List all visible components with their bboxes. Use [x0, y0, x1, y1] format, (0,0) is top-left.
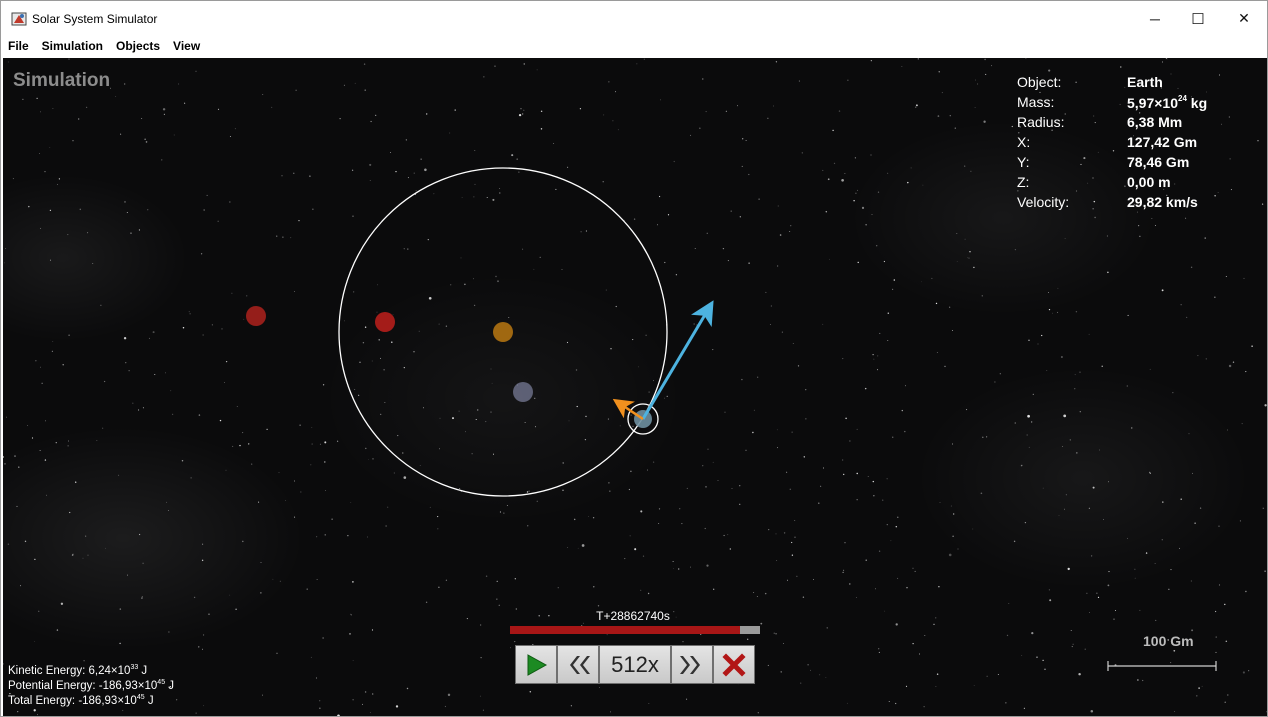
speed-label: 512x	[611, 651, 659, 677]
info-row-object: Object: Earth	[1017, 74, 1257, 94]
potential-energy-exponent: 45	[157, 679, 166, 686]
play-button[interactable]	[515, 645, 557, 684]
info-row-radius: Radius: 6,38 Mm	[1017, 114, 1257, 134]
simulation-time: T+28862740s	[596, 609, 670, 623]
maximize-icon: ☐	[1191, 10, 1205, 28]
fast-forward-button[interactable]	[671, 645, 713, 684]
potential-energy-unit: J	[165, 680, 175, 692]
object-name: Earth	[1127, 74, 1163, 90]
window-title: Solar System Simulator	[32, 12, 158, 26]
potential-energy-label: Potential Energy: -186,93×10	[8, 680, 158, 692]
time-progress-fill	[510, 626, 740, 634]
velocity-vector	[641, 300, 714, 420]
info-row-x: X: 127,42 Gm	[1017, 134, 1257, 154]
red-planet-left[interactable]	[246, 306, 266, 326]
menu-file[interactable]: File	[1, 36, 35, 57]
scale-label: 100 Gm	[1143, 633, 1194, 649]
info-row-velocity: Velocity: 29,82 km/s	[1017, 194, 1257, 214]
mass-exponent: 24	[1178, 94, 1187, 103]
playback-controls: 512x	[515, 645, 755, 686]
object-y: 78,46 Gm	[1127, 154, 1190, 170]
info-key: Radius:	[1017, 114, 1065, 130]
red-planet[interactable]	[375, 312, 395, 332]
minimize-button[interactable]: ─	[1132, 1, 1178, 36]
object-z: 0,00 m	[1127, 174, 1171, 190]
rewind-icon	[570, 655, 590, 674]
minimize-icon: ─	[1150, 10, 1160, 27]
rewind-button[interactable]	[557, 645, 599, 684]
close-icon: ✕	[1238, 10, 1250, 26]
info-key: Mass:	[1017, 94, 1055, 110]
object-radius: 6,38 Mm	[1127, 114, 1183, 130]
grey-planet[interactable]	[513, 382, 533, 402]
object-info-panel: Object: Earth Mass: 5,97×1024 kg Radius:…	[1017, 74, 1257, 214]
speed-button[interactable]: 512x	[599, 645, 671, 684]
info-key: X:	[1017, 134, 1031, 150]
object-velocity: 29,82 km/s	[1127, 194, 1198, 210]
total-energy-label: Total Energy: -186,93×10	[8, 695, 137, 707]
time-progress-bar[interactable]	[510, 626, 760, 634]
simulation-canvas[interactable]: Simulation Object: Earth Mass: 5,97×1024…	[3, 58, 1267, 716]
info-key: Velocity:	[1017, 194, 1070, 210]
total-energy: Total Energy: -186,93×1045 J	[8, 694, 154, 707]
info-row-z: Z: 0,00 m	[1017, 174, 1257, 194]
menu-view[interactable]: View	[166, 36, 206, 57]
stop-icon	[722, 652, 746, 677]
close-button[interactable]: ✕	[1221, 1, 1267, 36]
app-window: Solar System Simulator ─ ☐ ✕ File Simula…	[0, 0, 1268, 717]
view-title: Simulation	[13, 70, 111, 91]
title-bar: Solar System Simulator ─ ☐ ✕	[1, 1, 1267, 36]
app-icon	[11, 12, 27, 26]
stop-button[interactable]	[713, 645, 755, 684]
play-icon	[527, 653, 548, 676]
sun[interactable]	[493, 322, 513, 342]
info-row-mass: Mass: 5,97×1024 kg	[1017, 94, 1257, 114]
kinetic-energy-label: Kinetic Energy: 6,24×10	[8, 665, 131, 677]
fast-forward-icon	[680, 655, 700, 674]
info-row-y: Y: 78,46 Gm	[1017, 154, 1257, 174]
object-x: 127,42 Gm	[1127, 134, 1198, 150]
maximize-button[interactable]: ☐	[1175, 1, 1221, 36]
total-energy-exponent: 45	[136, 694, 145, 701]
mass-mantissa: 5,97×10	[1127, 95, 1178, 111]
info-key: Object:	[1017, 74, 1062, 90]
kinetic-energy-unit: J	[138, 665, 148, 677]
menu-bar: File Simulation Objects View	[1, 36, 1267, 57]
mass-unit: kg	[1186, 95, 1208, 111]
potential-energy: Potential Energy: -186,93×1045 J	[8, 679, 174, 692]
kinetic-energy: Kinetic Energy: 6,24×1033 J	[8, 664, 147, 677]
info-key: Y:	[1017, 154, 1030, 170]
scale-bar	[1107, 661, 1217, 671]
object-mass: 5,97×1024 kg	[1127, 94, 1207, 111]
menu-objects[interactable]: Objects	[109, 36, 166, 57]
info-key: Z:	[1017, 174, 1030, 190]
menu-simulation[interactable]: Simulation	[35, 36, 109, 57]
total-energy-unit: J	[144, 695, 154, 707]
